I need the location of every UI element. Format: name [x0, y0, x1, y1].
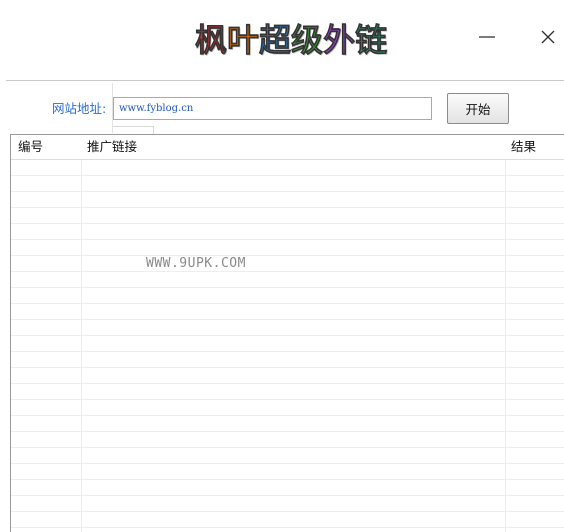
table-row-line [11, 351, 564, 352]
app-title-char: 枫 [195, 21, 228, 60]
table-row-line [11, 223, 564, 224]
table-row-line [11, 303, 564, 304]
table-row-line [11, 207, 564, 208]
app-title-char: 叶 [227, 21, 260, 60]
watermark-text: WWW.9UPK.COM [146, 256, 246, 271]
column-header-link[interactable]: 推广链接 [82, 135, 505, 159]
minimize-icon [479, 36, 495, 38]
close-icon [541, 30, 555, 44]
table-row-line [11, 175, 564, 176]
column-separator [81, 135, 82, 532]
table-row-line [11, 383, 564, 384]
table-row-line [11, 463, 564, 464]
column-header-result[interactable]: 结果 [506, 135, 564, 159]
table-row-line [11, 527, 564, 528]
table-row-line [11, 367, 564, 368]
url-input[interactable] [113, 97, 432, 120]
app-title: 枫 叶 超 级 外 链 [195, 20, 388, 60]
table-row-line [11, 335, 564, 336]
table-row-line [11, 511, 564, 512]
url-label: 网站地址: [52, 101, 107, 116]
title-bar[interactable]: 枫 叶 超 级 外 链 [0, 0, 564, 80]
app-title-char: 级 [291, 21, 324, 60]
table-row-line [11, 479, 564, 480]
table-row-line [11, 415, 564, 416]
table-row-line [11, 431, 564, 432]
results-table[interactable]: 编号 推广链接 结果 [10, 134, 564, 532]
main-window: 枫 叶 超 级 外 链 网站地址: 开始 编号 推广链接 [0, 0, 564, 532]
title-divider [6, 80, 564, 81]
column-header-number[interactable]: 编号 [13, 135, 81, 159]
minimize-button[interactable] [472, 22, 502, 52]
table-row-line [11, 319, 564, 320]
table-row-line [11, 495, 564, 496]
table-row-line [11, 239, 564, 240]
table-row-line [11, 191, 564, 192]
app-title-char: 链 [355, 21, 388, 60]
table-row-line [11, 255, 564, 256]
app-title-char: 外 [323, 21, 356, 60]
column-separator [505, 135, 506, 532]
table-row-line [11, 271, 564, 272]
table-row-line [11, 399, 564, 400]
table-row-line [11, 447, 564, 448]
close-button[interactable] [533, 22, 563, 52]
table-row-line [11, 287, 564, 288]
app-title-char: 超 [259, 21, 292, 60]
table-header: 编号 推广链接 结果 [11, 135, 564, 160]
start-button[interactable]: 开始 [447, 93, 509, 124]
